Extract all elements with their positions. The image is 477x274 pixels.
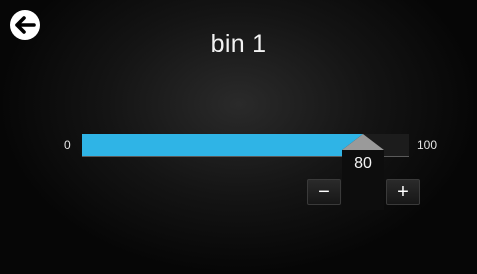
slider-fill [82,134,364,156]
increment-button[interactable]: + [386,179,420,205]
slider-value: 80 [354,155,372,172]
slider-thumb[interactable]: 80 [342,134,384,210]
slider-max-label: 100 [417,138,438,152]
page-title: bin 1 [210,30,267,58]
slider-min-label: 0 [64,138,71,152]
decrement-button[interactable]: − [307,179,341,205]
